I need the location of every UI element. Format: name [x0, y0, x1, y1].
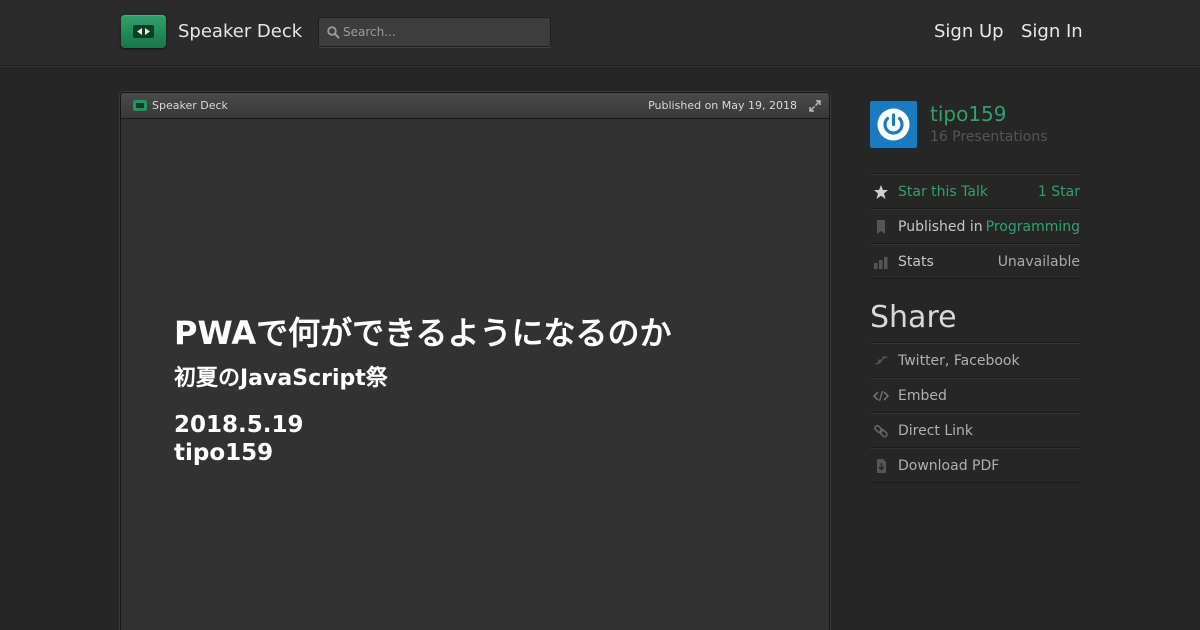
slide-author: tipo159 [174, 440, 274, 466]
logo-screen [133, 25, 154, 38]
share-embed[interactable]: Embed [870, 378, 1080, 413]
logo-arrows-icon [137, 28, 150, 35]
brand-name[interactable]: Speaker Deck [178, 21, 302, 42]
top-navbar: Speaker Deck Sign Up Sign In [0, 0, 1200, 66]
published-date: Published on May 19, 2018 [648, 99, 797, 112]
search-box[interactable] [318, 17, 551, 47]
published-in-row: Published in Programming [870, 209, 1080, 244]
share-embed-label[interactable]: Embed [898, 388, 947, 404]
star-row[interactable]: Star this Talk 1 Star [870, 174, 1080, 209]
published-in-label: Published in [898, 219, 983, 235]
stats-label: Stats [898, 254, 934, 270]
share-download-pdf-label[interactable]: Download PDF [898, 458, 999, 474]
stats-row: Stats Unavailable [870, 244, 1080, 279]
share-direct-link[interactable]: Direct Link [870, 413, 1080, 448]
author-name[interactable]: tipo159 [930, 102, 1007, 126]
search-input[interactable] [343, 22, 543, 42]
fullscreen-icon[interactable] [809, 100, 821, 112]
code-icon [873, 390, 889, 402]
star-icon [874, 185, 888, 199]
sign-in-link[interactable]: Sign In [1021, 21, 1083, 42]
download-icon [877, 459, 886, 473]
link-icon [874, 424, 888, 438]
avatar[interactable] [870, 101, 917, 148]
category-link[interactable]: Programming [986, 219, 1080, 235]
stats-value: Unavailable [997, 254, 1080, 270]
bookmark-icon [877, 220, 885, 234]
star-label[interactable]: Star this Talk [898, 184, 988, 200]
share-download-pdf[interactable]: Download PDF [870, 448, 1080, 483]
share-twitter-facebook[interactable]: Twitter, Facebook [870, 343, 1080, 378]
search-icon [327, 26, 340, 39]
talk-meta-list: Star this Talk 1 Star Published in Progr… [870, 173, 1080, 279]
bar-chart-icon [874, 257, 888, 269]
sign-up-link[interactable]: Sign Up [934, 21, 1004, 42]
mini-logo-icon [133, 100, 147, 111]
author-presentation-count: 16 Presentations [930, 129, 1048, 145]
share-twitter-facebook-label[interactable]: Twitter, Facebook [898, 353, 1020, 369]
share-direct-link-label[interactable]: Direct Link [898, 423, 973, 439]
player-toolbar: Speaker Deck Published on May 19, 2018 [121, 93, 829, 119]
share-list: Twitter, Facebook Embed Direct Link Down… [870, 342, 1080, 483]
slide-date: 2018.5.19 [174, 412, 304, 438]
slide-player: Speaker Deck Published on May 19, 2018 P… [120, 92, 830, 630]
power-icon [877, 108, 910, 141]
star-count: 1 Star [1037, 184, 1080, 200]
player-brand[interactable]: Speaker Deck [152, 99, 228, 112]
slide-canvas[interactable]: PWAで何ができるようになるのか 初夏のJavaScript祭 2018.5.1… [121, 120, 829, 630]
slide-title: PWAで何ができるようになるのか [174, 314, 672, 352]
slide-subtitle: 初夏のJavaScript祭 [174, 366, 388, 391]
bird-icon [874, 356, 888, 365]
speakerdeck-logo-icon[interactable] [121, 15, 166, 48]
share-heading: Share [870, 300, 957, 335]
